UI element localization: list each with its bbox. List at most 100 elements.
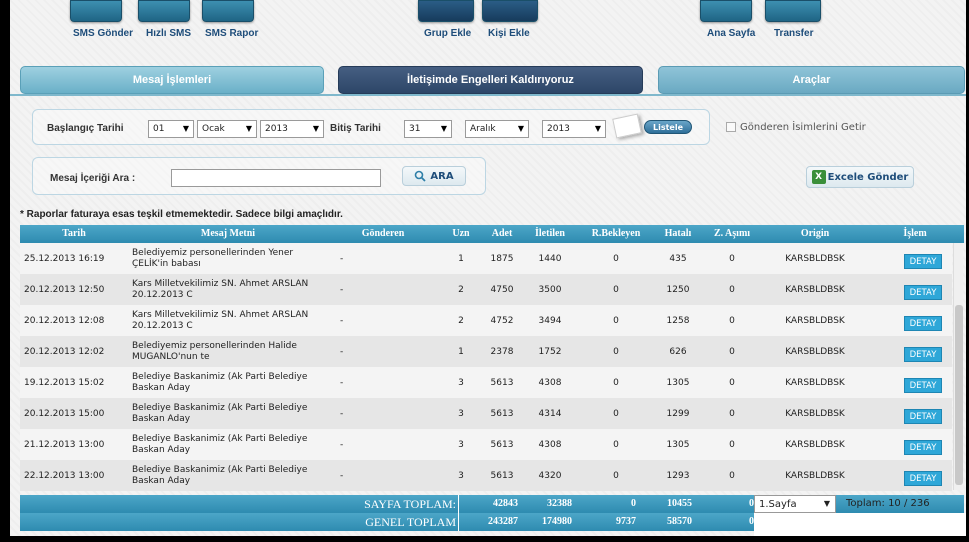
general-total-timeout: 0: [749, 516, 754, 527]
total-record-count: Toplam: 10 / 236: [846, 498, 930, 509]
page-select[interactable]: 1.Sayfa ▼: [754, 495, 836, 513]
end-day-select[interactable]: 31 ▼: [404, 120, 452, 138]
tab-message-operations[interactable]: Mesaj İşlemleri: [20, 66, 324, 94]
end-year-select[interactable]: 2013 ▼: [542, 120, 606, 138]
tab-tools[interactable]: Araçlar: [658, 66, 965, 94]
contact-add-link[interactable]: Kişi Ekle: [488, 28, 530, 39]
cell-sender: -: [340, 408, 344, 419]
contact-add-icon[interactable]: [482, 0, 538, 22]
header-pending[interactable]: R.Bekleyen: [576, 225, 656, 243]
table-row: 20.12.2013 12:08 Kars Milletvekilimiz SN.…: [20, 305, 952, 336]
detail-button[interactable]: DETAY: [904, 316, 942, 331]
cell-timeout: 0: [729, 439, 735, 450]
chevron-down-icon: ▼: [517, 124, 524, 133]
start-year-select[interactable]: 2013 ▼: [260, 120, 324, 138]
cell-timeout: 0: [729, 253, 735, 264]
sms-send-link[interactable]: SMS Gönder: [73, 28, 133, 39]
end-month-value: Aralık: [470, 124, 496, 134]
detail-button[interactable]: DETAY: [904, 378, 942, 393]
header-origin[interactable]: Origin: [764, 225, 866, 243]
list-button[interactable]: Listele: [644, 120, 692, 134]
cell-pending: 0: [613, 284, 619, 295]
cell-date: 21.12.2013 13:00: [24, 439, 105, 450]
chevron-down-icon: ▼: [182, 124, 189, 133]
cell-count: 2378: [490, 346, 514, 357]
home-link[interactable]: Ana Sayfa: [707, 28, 755, 39]
page-total-failed: 10455: [667, 498, 692, 509]
table-row: 19.12.2013 15:02 Belediye Baskanimiz (Ak …: [20, 367, 952, 398]
detail-button[interactable]: DETAY: [904, 254, 942, 269]
search-label: Mesaj İçeriği Ara :: [50, 173, 136, 184]
general-total-delivered: 174980: [542, 516, 572, 527]
cell-origin: KARSBLDBSK: [785, 284, 845, 295]
cell-length: 1: [458, 253, 464, 264]
excel-export-button[interactable]: X Excele Gönder: [806, 166, 914, 188]
group-add-link[interactable]: Grup Ekle: [424, 28, 471, 39]
sms-send-icon[interactable]: [70, 0, 122, 22]
cell-pending: 0: [613, 346, 619, 357]
search-button[interactable]: ARA: [402, 166, 466, 186]
header-count[interactable]: Adet: [480, 225, 524, 243]
transfer-icon[interactable]: [765, 0, 821, 22]
cell-delivered: 4308: [538, 439, 562, 450]
detail-button[interactable]: DETAY: [904, 285, 942, 300]
header-date[interactable]: Tarih: [20, 225, 128, 243]
end-month-select[interactable]: Aralık ▼: [465, 120, 529, 138]
header-length[interactable]: Uzn: [438, 225, 484, 243]
cell-timeout: 0: [729, 346, 735, 357]
start-month-select[interactable]: Ocak ▼: [197, 120, 257, 138]
table-scrollbar[interactable]: [953, 243, 963, 490]
chevron-down-icon: ▼: [823, 499, 830, 508]
group-add-icon[interactable]: [418, 0, 474, 22]
cell-length: 3: [458, 470, 464, 481]
cell-delivered: 1752: [538, 346, 562, 357]
detail-button[interactable]: DETAY: [904, 440, 942, 455]
cell-delivered: 4314: [538, 408, 562, 419]
cell-delivered: 3494: [538, 315, 562, 326]
cell-date: 20.12.2013 12:08: [24, 315, 105, 326]
detail-button[interactable]: DETAY: [904, 471, 942, 486]
cell-length: 2: [458, 284, 464, 295]
page: SMS Gönder Hızlı SMS SMS Rapor Grup Ekle…: [10, 0, 966, 536]
cell-date: 20.12.2013 12:02: [24, 346, 105, 357]
header-sender[interactable]: Gönderen: [328, 225, 438, 243]
page-select-value: 1.Sayfa: [759, 498, 797, 510]
excel-button-label: Excele Gönder: [827, 171, 909, 183]
sender-names-checkbox[interactable]: [726, 122, 736, 132]
cell-message: Belediyemiz personellerinden Yener ÇELİK…: [132, 247, 294, 269]
detail-button[interactable]: DETAY: [904, 347, 942, 362]
search-input[interactable]: [171, 169, 381, 187]
chevron-down-icon: ▼: [245, 124, 252, 133]
cell-date: 20.12.2013 12:50: [24, 284, 105, 295]
header-action[interactable]: İşlem: [866, 225, 964, 243]
cell-failed: 1299: [666, 408, 690, 419]
page-total-delivered: 32388: [547, 498, 572, 509]
table-row: 20.12.2013 15:00 Belediye Baskanimiz (Ak …: [20, 398, 952, 429]
cell-failed: 1258: [666, 315, 690, 326]
sms-report-link[interactable]: SMS Rapor: [205, 28, 258, 39]
cell-timeout: 0: [729, 284, 735, 295]
cell-count: 5613: [490, 470, 514, 481]
header-timeout[interactable]: Z. Aşımı: [700, 225, 764, 243]
header-delivered[interactable]: İletilen: [524, 225, 576, 243]
table-row: 25.12.2013 16:19 Belediyemiz personelleri…: [20, 243, 952, 274]
quick-sms-icon[interactable]: [138, 0, 190, 22]
detail-button[interactable]: DETAY: [904, 409, 942, 424]
general-total-count: 243287: [488, 516, 518, 527]
tab-remove-barriers[interactable]: İletişimde Engelleri Kaldırıyoruz: [338, 66, 643, 94]
cell-count: 5613: [490, 439, 514, 450]
transfer-link[interactable]: Transfer: [774, 28, 813, 39]
cell-length: 3: [458, 439, 464, 450]
start-day-select[interactable]: 01 ▼: [148, 120, 194, 138]
cell-message: Belediye Baskanimiz (Ak Parti Belediye B…: [132, 371, 308, 393]
header-failed[interactable]: Hatalı: [656, 225, 700, 243]
cell-sender: -: [340, 439, 344, 450]
sms-report-icon[interactable]: [202, 0, 254, 22]
header-message[interactable]: Mesaj Metni: [128, 225, 328, 243]
home-icon[interactable]: [700, 0, 752, 22]
cell-delivered: 4308: [538, 377, 562, 388]
quick-sms-link[interactable]: Hızlı SMS: [146, 28, 191, 39]
scrollbar-thumb[interactable]: [955, 305, 963, 485]
cell-delivered: 4320: [538, 470, 562, 481]
pager-area: [754, 513, 966, 536]
